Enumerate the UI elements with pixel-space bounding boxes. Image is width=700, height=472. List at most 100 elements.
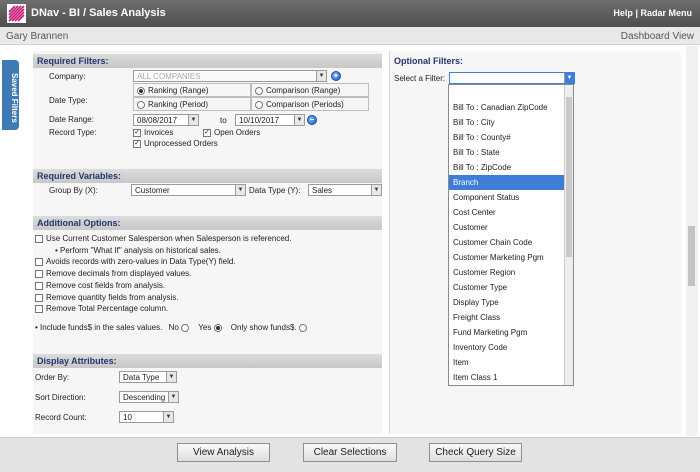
chevron-down-icon: ▼ (316, 71, 326, 81)
funds-yes-label: Yes (198, 323, 212, 332)
checkbox-checked[interactable]: ✓ (203, 128, 211, 137)
clear-selections-button[interactable]: Clear Selections (303, 443, 397, 462)
date-type-ranking-period[interactable]: Ranking (Period) (137, 100, 208, 109)
option-remove-total-pct[interactable]: Remove Total Percentage column. (35, 304, 168, 313)
checkbox[interactable] (35, 304, 43, 313)
option-remove-decimals-label: Remove decimals from displayed values. (46, 269, 192, 278)
company-label: Company: (49, 72, 86, 81)
filter-option[interactable]: Bill To : State (449, 145, 573, 160)
unprocessed-orders-label: Unprocessed Orders (144, 139, 218, 148)
order-by-select[interactable]: Data Type ▼ (119, 371, 177, 383)
radar-menu-link[interactable]: Radar Menu (640, 8, 692, 18)
option-remove-cost[interactable]: Remove cost fields from analysis. (35, 281, 165, 290)
check-query-size-button[interactable]: Check Query Size (429, 443, 522, 462)
filter-option[interactable]: Branch (449, 175, 573, 190)
ranking-period-label: Ranking (Period) (148, 100, 209, 109)
checkbox[interactable] (35, 293, 43, 302)
checkbox[interactable] (35, 269, 43, 278)
filter-option[interactable]: Bill To : Canadian ZipCode (449, 100, 573, 115)
checkbox-checked[interactable]: ✓ (133, 128, 141, 137)
required-variables-header: Required Variables: (33, 169, 382, 183)
date-range-label: Date Range: (49, 115, 94, 124)
filter-option[interactable]: Item Class 1 (449, 370, 573, 385)
chevron-down-icon: ▼ (564, 73, 574, 83)
date-type-label: Date Type: (49, 96, 88, 105)
help-link[interactable]: Help (613, 8, 633, 18)
option-zero-values[interactable]: Avoids records with zero-values in Data … (35, 257, 236, 266)
link-separator: | (635, 8, 638, 18)
funds-only-radio[interactable] (298, 323, 307, 332)
filter-option[interactable]: Customer (449, 220, 573, 235)
date-type-comparison-range[interactable]: Comparison (Range) (255, 86, 340, 95)
option-remove-decimals[interactable]: Remove decimals from displayed values. (35, 269, 191, 278)
group-by-value: Customer (135, 186, 170, 195)
checkbox[interactable] (35, 234, 43, 243)
option-current-salesperson[interactable]: Use Current Customer Salesperson when Sa… (35, 234, 291, 243)
filter-option[interactable]: Item (449, 355, 573, 370)
record-count-select[interactable]: 10 ▼ (119, 411, 174, 423)
checkbox[interactable] (35, 257, 43, 266)
display-attributes-header: Display Attributes: (33, 354, 382, 368)
filter-option[interactable]: Customer Marketing Pgm (449, 250, 573, 265)
record-type-unprocessed-orders[interactable]: ✓ Unprocessed Orders (133, 139, 218, 148)
group-by-select[interactable]: Customer ▼ (131, 184, 246, 196)
filter-option[interactable]: Bill To : City (449, 115, 573, 130)
date-to-input[interactable]: 10/10/2017 ▼ (235, 114, 305, 126)
funds-no-radio[interactable] (181, 323, 190, 332)
date-to-value: 10/10/2017 (239, 116, 280, 125)
list-scrollbar[interactable] (564, 85, 573, 385)
chevron-down-icon: ▼ (371, 185, 381, 195)
date-type-ranking-range[interactable]: Ranking (Range) (137, 86, 208, 95)
radio-unselected[interactable] (255, 86, 263, 95)
open-orders-label: Open Orders (214, 128, 261, 137)
radio-unselected[interactable] (255, 100, 263, 109)
to-label: to (220, 116, 227, 125)
sort-direction-select[interactable]: Descending ▼ (119, 391, 179, 403)
filter-option[interactable]: Cost Center (449, 205, 573, 220)
filter-option[interactable]: Fund Marketing Pgm (449, 325, 573, 340)
invoices-label: Invoices (144, 128, 174, 137)
filter-option[interactable]: Display Type (449, 295, 573, 310)
date-range-info-icon[interactable]: − (307, 115, 317, 125)
comparison-range-label: Comparison (Range) (266, 86, 341, 95)
checkbox-checked[interactable]: ✓ (133, 139, 141, 148)
view-analysis-button[interactable]: View Analysis (177, 443, 270, 462)
user-bar: Gary Brannen Dashboard View (0, 27, 700, 45)
filter-option[interactable]: Freight Class (449, 310, 573, 325)
filter-option[interactable]: Customer Chain Code (449, 235, 573, 250)
chevron-down-icon: ▼ (235, 185, 245, 195)
app-title: DNav - BI / Sales Analysis (31, 7, 166, 19)
page-scrollbar[interactable] (686, 46, 698, 436)
radio-selected[interactable] (137, 86, 145, 95)
list-scroll-thumb[interactable] (566, 97, 572, 257)
filter-option[interactable]: Component Status (449, 190, 573, 205)
filter-option[interactable]: Bill To : County# (449, 130, 573, 145)
saved-filters-tab[interactable]: Saved Filters (2, 60, 19, 130)
company-select[interactable]: ALL COMPANIES ▼ (133, 70, 327, 82)
filter-option[interactable]: Inventory Code (449, 340, 573, 355)
funds-only-label: Only show funds$. (230, 323, 297, 332)
filter-option[interactable]: Customer Region (449, 265, 573, 280)
data-type-label: Data Type (Y): (249, 186, 301, 195)
dashboard-view-link[interactable]: Dashboard View (621, 31, 694, 42)
filter-select[interactable]: ▼ (449, 72, 575, 84)
group-by-label: Group By (X): (49, 186, 98, 195)
data-type-select[interactable]: Sales ▼ (308, 184, 382, 196)
company-add-icon[interactable]: + (331, 71, 341, 81)
filter-option[interactable]: Customer Type (449, 280, 573, 295)
option-remove-quantity[interactable]: Remove quantity fields from analysis. (35, 293, 179, 302)
record-type-invoices[interactable]: ✓ Invoices (133, 128, 173, 137)
date-from-input[interactable]: 08/08/2017 ▼ (133, 114, 199, 126)
checkbox[interactable] (35, 281, 43, 290)
filter-option[interactable] (449, 85, 573, 100)
radio-unselected[interactable] (137, 100, 145, 109)
page-scroll-thumb[interactable] (688, 226, 695, 286)
title-bar: DNav - BI / Sales Analysis Help | Radar … (0, 0, 700, 27)
funds-yes-radio[interactable] (213, 323, 222, 332)
record-type-label: Record Type: (49, 128, 97, 137)
record-type-open-orders[interactable]: ✓ Open Orders (203, 128, 260, 137)
filter-option[interactable]: Bill To : ZipCode (449, 160, 573, 175)
date-type-comparison-periods[interactable]: Comparison (Periods) (255, 100, 344, 109)
filter-dropdown-list[interactable]: Bill To : Canadian ZipCode Bill To : City… (448, 84, 574, 386)
option-remove-quantity-label: Remove quantity fields from analysis. (46, 293, 179, 302)
